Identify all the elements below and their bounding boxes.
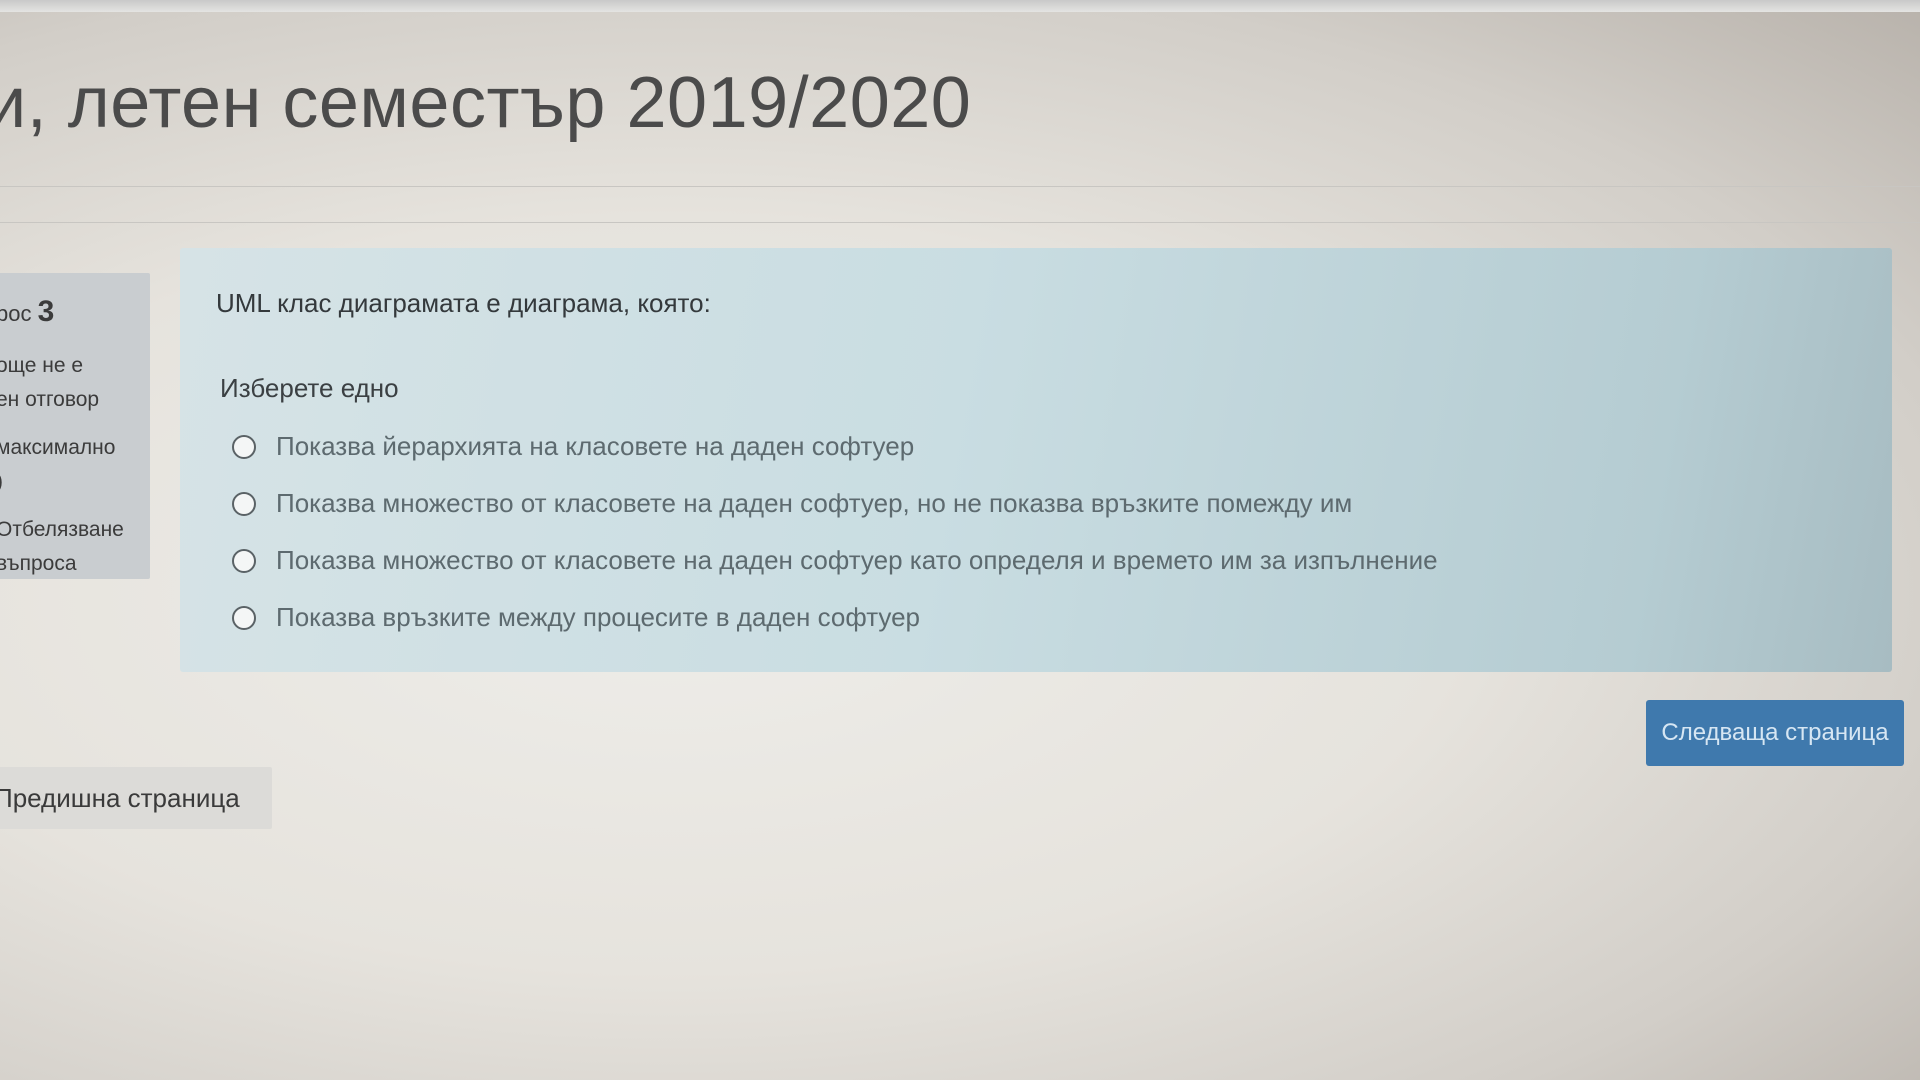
question-label: рос xyxy=(0,301,32,326)
answer-label: Показва множество от класовете на даден … xyxy=(276,545,1438,575)
answer-label: Показва йерархията на класовете на даден… xyxy=(276,431,915,461)
answer-option[interactable]: Показва йерархията на класовете на даден… xyxy=(232,418,1856,475)
radio-button[interactable] xyxy=(232,434,256,459)
question-panel: UML клас диаграмата е диаграма, която: И… xyxy=(180,248,1892,672)
answer-label: Показва връзките между процесите в даден… xyxy=(276,602,921,632)
page-title: и, летен семестър 2019/2020 xyxy=(0,63,972,143)
question-info-panel: рос 3 още не е ен отговор максимално ) О… xyxy=(0,273,150,579)
question-number: 3 xyxy=(37,295,55,328)
window-top-edge xyxy=(0,0,1920,12)
answer-label: Показва множество от класовете на даден … xyxy=(276,488,1353,518)
next-page-button[interactable]: Следваща страница xyxy=(1646,700,1904,766)
radio-button[interactable] xyxy=(232,491,256,516)
radio-button[interactable] xyxy=(232,605,256,630)
flag-question-link[interactable]: Отбелязване въпроса xyxy=(0,513,150,581)
answer-option[interactable]: Показва множество от класовете на даден … xyxy=(232,475,1856,532)
answer-option[interactable]: Показва множество от класовете на даден … xyxy=(232,532,1856,589)
answer-list: Показва йерархията на класовете на даден… xyxy=(216,418,1856,646)
divider xyxy=(0,186,1920,187)
flag-label: въпроса xyxy=(0,552,77,575)
points-text: максимално xyxy=(0,436,116,459)
previous-page-button[interactable]: Предишна страница xyxy=(0,767,272,829)
question-number-line: рос 3 xyxy=(0,295,150,329)
points-text: ) xyxy=(0,465,150,499)
radio-button[interactable] xyxy=(232,548,256,573)
status-text: ен отговор xyxy=(0,388,100,411)
divider xyxy=(0,222,1920,223)
status-text: още не е xyxy=(0,354,84,377)
answer-option[interactable]: Показва връзките между процесите в даден… xyxy=(232,589,1856,646)
flag-label: Отбелязване xyxy=(0,518,124,541)
question-text: UML клас диаграмата е диаграма, която: xyxy=(216,288,711,318)
answer-prompt: Изберете едно xyxy=(220,373,399,403)
